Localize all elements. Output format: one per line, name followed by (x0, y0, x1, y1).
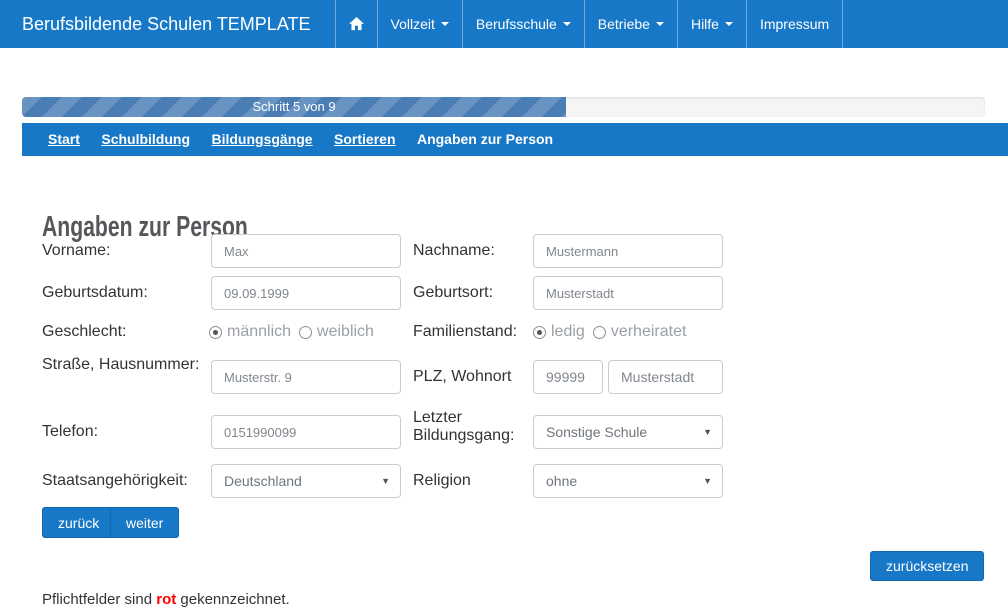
back-button[interactable]: zurück (42, 507, 115, 538)
geschlecht-weiblich-label: weiblich (317, 323, 374, 341)
dropdown-arrow-icon: ▼ (703, 476, 712, 486)
next-button[interactable]: weiter (110, 507, 179, 538)
top-navbar: Berufsbildende Schulen TEMPLATE Vollzeit… (0, 0, 1008, 48)
telefon-input[interactable] (211, 415, 401, 449)
bildungsgang-selected-value: Sonstige Schule (546, 424, 647, 440)
nav-hilfe-label: Hilfe (691, 16, 719, 32)
familienstand-radio-group: ledig verheiratet (533, 321, 694, 343)
breadcrumb-schulbildung[interactable]: Schulbildung (101, 131, 190, 147)
nav-betriebe[interactable]: Betriebe (584, 0, 677, 48)
geschlecht-label: Geschlecht: (42, 321, 126, 343)
bildungsgang-select[interactable]: Sonstige Schule ▼ (533, 415, 723, 449)
geburtsort-label: Geburtsort: (413, 276, 493, 310)
nachname-label: Nachname: (413, 234, 495, 268)
radio-dot (537, 330, 542, 335)
main-nav: Vollzeit Berufsschule Betriebe Hilfe Imp… (335, 0, 844, 48)
familienstand-ledig-radio[interactable] (533, 326, 546, 339)
breadcrumb-bildungsgaenge[interactable]: Bildungsgänge (211, 131, 312, 147)
geburtsort-input[interactable] (533, 276, 723, 310)
familienstand-verheiratet-radio[interactable] (593, 326, 606, 339)
chevron-down-icon (563, 22, 571, 26)
nav-berufsschule-label: Berufsschule (476, 16, 557, 32)
plz-wohnort-label: PLZ, Wohnort (413, 360, 511, 394)
strasse-label: Straße, Hausnummer: (42, 356, 211, 374)
staatsangehoerigkeit-selected-value: Deutschland (224, 473, 302, 489)
nav-berufsschule[interactable]: Berufsschule (462, 0, 584, 48)
plz-input[interactable] (533, 360, 603, 394)
breadcrumb-start[interactable]: Start (48, 131, 80, 147)
reset-button[interactable]: zurücksetzen (870, 551, 984, 581)
dropdown-arrow-icon: ▼ (381, 476, 390, 486)
religion-label: Religion (413, 464, 471, 498)
geschlecht-weiblich-radio[interactable] (299, 326, 312, 339)
progress-bar-track: Schritt 5 von 9 (22, 97, 985, 117)
dropdown-arrow-icon: ▼ (703, 427, 712, 437)
geburtsdatum-label: Geburtsdatum: (42, 276, 148, 310)
geschlecht-maennlich-radio[interactable] (209, 326, 222, 339)
wohnort-input[interactable] (608, 360, 723, 394)
chevron-down-icon (441, 22, 449, 26)
breadcrumb-current: Angaben zur Person (417, 131, 553, 147)
staatsangehoerigkeit-label: Staatsangehörigkeit: (42, 464, 188, 498)
breadcrumb-sortieren[interactable]: Sortieren (334, 131, 395, 147)
home-icon (349, 17, 364, 31)
chevron-down-icon (656, 22, 664, 26)
nav-vollzeit-label: Vollzeit (391, 16, 435, 32)
breadcrumb: Start Schulbildung Bildungsgänge Sortier… (22, 123, 1008, 156)
nav-home[interactable] (335, 0, 377, 48)
radio-dot (213, 330, 218, 335)
vorname-label: Vorname: (42, 234, 110, 268)
nav-impressum-label: Impressum (760, 16, 829, 32)
familienstand-ledig-label: ledig (551, 323, 585, 341)
bildungsgang-label: Letzter Bildungsgang: (413, 409, 531, 445)
nav-impressum[interactable]: Impressum (746, 0, 843, 48)
religion-select[interactable]: ohne ▼ (533, 464, 723, 498)
geschlecht-maennlich-label: männlich (227, 323, 291, 341)
app-title[interactable]: Berufsbildende Schulen TEMPLATE (0, 0, 335, 48)
familienstand-verheiratet-label: verheiratet (611, 323, 687, 341)
nachname-input[interactable] (533, 234, 723, 268)
nav-hilfe[interactable]: Hilfe (677, 0, 746, 48)
strasse-input[interactable] (211, 360, 401, 394)
progress-fill: Schritt 5 von 9 (22, 97, 566, 117)
vorname-input[interactable] (211, 234, 401, 268)
nav-betriebe-label: Betriebe (598, 16, 650, 32)
telefon-label: Telefon: (42, 415, 98, 449)
chevron-down-icon (725, 22, 733, 26)
geschlecht-radio-group: männlich weiblich (209, 321, 382, 343)
nav-vollzeit[interactable]: Vollzeit (377, 0, 462, 48)
geburtsdatum-input[interactable] (211, 276, 401, 310)
progress-label: Schritt 5 von 9 (252, 99, 335, 114)
familienstand-label: Familienstand: (413, 321, 517, 343)
staatsangehoerigkeit-select[interactable]: Deutschland ▼ (211, 464, 401, 498)
religion-selected-value: ohne (546, 473, 577, 489)
